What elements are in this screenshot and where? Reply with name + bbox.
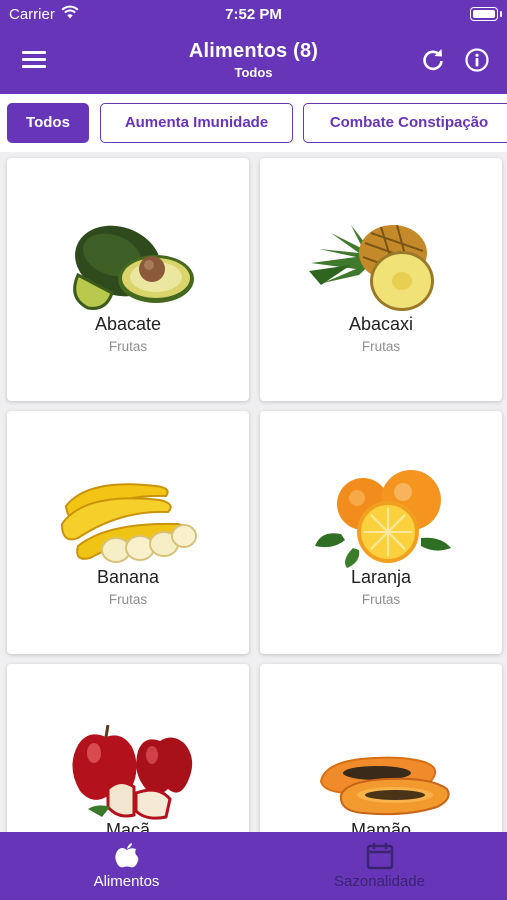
- orange-image: [315, 470, 451, 568]
- navigation-bar: Alimentos (8) Todos: [0, 28, 507, 94]
- food-name: Banana: [96, 567, 160, 587]
- tab-label: Alimentos: [93, 873, 160, 890]
- status-bar: Carrier 7:52 PM: [0, 0, 507, 28]
- filter-chip-aumenta-imunidade[interactable]: Aumenta Imunidade: [100, 103, 293, 143]
- food-card-laranja[interactable]: Laranja Frutas: [260, 411, 502, 654]
- filter-chip-combate-constipacao[interactable]: Combate Constipação: [303, 103, 507, 143]
- pineapple-image: [309, 224, 434, 311]
- app-header: Carrier 7:52 PM Alimentos (8) Todos: [0, 0, 507, 94]
- food-category: Frutas: [108, 592, 148, 607]
- food-card-mamao[interactable]: Mamão: [260, 664, 502, 832]
- refresh-icon[interactable]: [420, 47, 446, 73]
- food-name: Maçã: [105, 820, 150, 832]
- apple-icon: [115, 843, 139, 868]
- calendar-icon: [366, 843, 394, 870]
- food-card-maca[interactable]: Maçã: [7, 664, 249, 832]
- food-card-abacaxi[interactable]: Abacaxi Frutas: [260, 158, 502, 401]
- food-name: Laranja: [350, 567, 412, 587]
- apple-image: [72, 724, 193, 820]
- food-card-banana[interactable]: Banana Frutas: [7, 411, 249, 654]
- papaya-image: [319, 756, 450, 816]
- battery-icon: [470, 7, 502, 21]
- bottom-tab-bar: Alimentos Sazonalidade: [0, 832, 507, 900]
- status-time: 7:52 PM: [225, 6, 282, 23]
- food-grid: Abacate Frutas Abacaxi Frutas Banana Fru…: [0, 152, 507, 832]
- food-name: Mamão: [350, 820, 412, 832]
- food-category: Frutas: [108, 339, 148, 354]
- tab-sazonalidade[interactable]: Sazonalidade: [253, 832, 506, 900]
- food-name: Abacate: [94, 314, 162, 334]
- filter-chip-bar: Todos Aumenta Imunidade Combate Constipa…: [0, 94, 507, 152]
- food-name: Abacaxi: [348, 314, 414, 334]
- food-category: Frutas: [361, 592, 401, 607]
- tab-label: Sazonalidade: [334, 873, 425, 890]
- tab-alimentos[interactable]: Alimentos: [0, 832, 253, 900]
- food-card-abacate[interactable]: Abacate Frutas: [7, 158, 249, 401]
- filter-chip-todos[interactable]: Todos: [7, 103, 89, 143]
- info-icon[interactable]: [464, 47, 490, 73]
- food-category: Frutas: [361, 339, 401, 354]
- avocado-image: [73, 225, 194, 310]
- banana-image: [60, 483, 197, 563]
